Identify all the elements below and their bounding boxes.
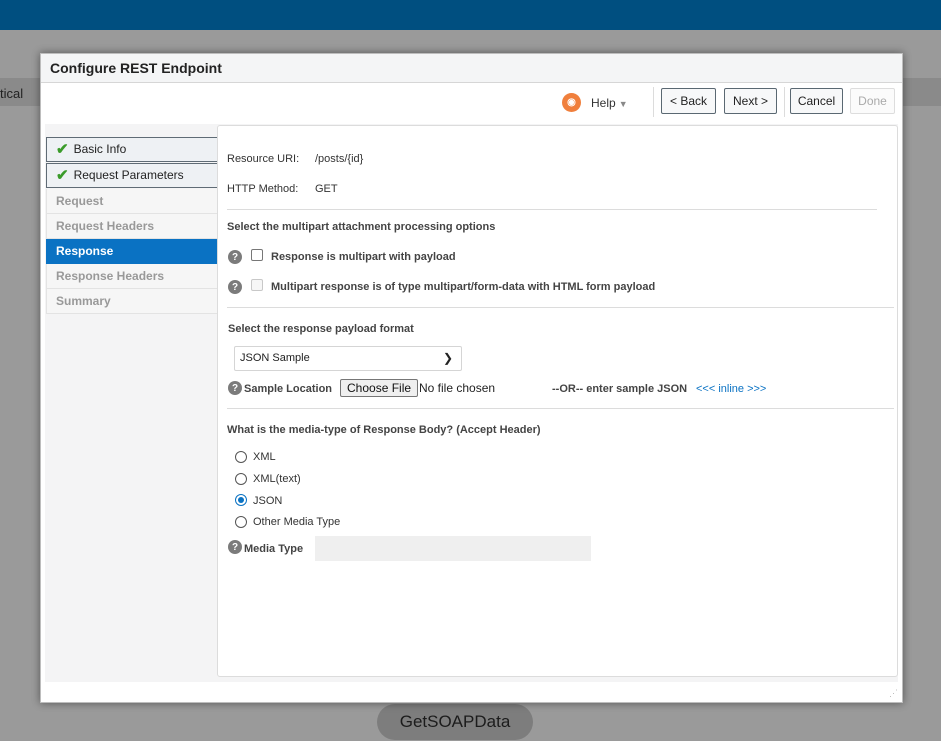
media-type-heading: What is the media-type of Response Body?… bbox=[227, 424, 541, 436]
nav-item-summary: Summary bbox=[46, 289, 218, 314]
help-menu-button[interactable]: Help ▼ bbox=[591, 96, 628, 110]
http-method-label: HTTP Method: bbox=[227, 183, 299, 195]
background-node-getsoapdata[interactable]: GetSOAPData bbox=[377, 704, 533, 740]
app-top-bar bbox=[0, 0, 941, 30]
inline-sample-link[interactable]: <<< inline >>> bbox=[696, 383, 766, 395]
help-label: Help bbox=[591, 95, 616, 110]
done-button[interactable]: Done bbox=[850, 88, 895, 114]
resource-uri-value: /posts/{id} bbox=[315, 153, 364, 165]
caret-down-icon: ▼ bbox=[618, 98, 628, 109]
help-icon[interactable]: ? bbox=[228, 381, 242, 395]
radio-other-media-type-label: Other Media Type bbox=[253, 516, 341, 528]
toolbar-separator bbox=[653, 87, 654, 117]
nav-item-basic-info[interactable]: ✔ Basic Info bbox=[46, 137, 218, 162]
check-icon: ✔ bbox=[56, 141, 69, 158]
payload-format-select[interactable]: JSON Sample ❯ bbox=[234, 346, 462, 371]
help-icon[interactable]: ? bbox=[228, 250, 242, 264]
oracle-orb-icon: ◉ bbox=[562, 93, 581, 112]
http-method-value: GET bbox=[315, 183, 338, 195]
help-area: ◉ Help ▼ bbox=[562, 93, 628, 112]
sample-location-label: Sample Location bbox=[244, 383, 333, 395]
radio-xml-label: XML bbox=[253, 451, 276, 463]
configure-rest-endpoint-dialog: Configure REST Endpoint ◉ Help ▼ < Back N… bbox=[40, 53, 903, 703]
multipart-formdata-checkbox[interactable] bbox=[251, 279, 263, 291]
nav-item-request-headers: Request Headers bbox=[46, 214, 218, 239]
nav-item-response[interactable]: Response bbox=[46, 239, 218, 264]
help-icon[interactable]: ? bbox=[228, 540, 242, 554]
cancel-button[interactable]: Cancel bbox=[790, 88, 843, 114]
dialog-toolbar: ◉ Help ▼ < Back Next > Cancel Done bbox=[41, 83, 902, 123]
radio-json-label: JSON bbox=[253, 495, 283, 507]
payload-format-selected: JSON Sample bbox=[240, 352, 310, 364]
chevron-down-icon: ❯ bbox=[442, 351, 453, 365]
radio-json[interactable] bbox=[235, 494, 247, 506]
response-content-panel: Resource URI: /posts/{id} HTTP Method: G… bbox=[217, 125, 898, 677]
wizard-nav: ✔ Basic Info ✔ Request Parameters Request … bbox=[46, 137, 218, 314]
next-button[interactable]: Next > bbox=[724, 88, 777, 114]
wizard-body: ✔ Basic Info ✔ Request Parameters Request … bbox=[45, 124, 898, 682]
multipart-heading: Select the multipart attachment processi… bbox=[227, 221, 496, 233]
media-type-label: Media Type bbox=[244, 543, 304, 555]
multipart-payload-checkbox[interactable] bbox=[251, 249, 263, 261]
multipart-payload-label: Response is multipart with payload bbox=[271, 251, 456, 263]
nav-item-label: Basic Info bbox=[73, 142, 127, 156]
media-type-input[interactable] bbox=[315, 536, 591, 561]
resize-grip-icon[interactable]: ⋰ bbox=[889, 688, 898, 699]
radio-xml-text[interactable] bbox=[235, 473, 247, 485]
nav-item-request: Request bbox=[46, 189, 218, 214]
radio-xml-text-label: XML(text) bbox=[253, 473, 301, 485]
divider bbox=[227, 408, 894, 409]
radio-xml[interactable] bbox=[235, 451, 247, 463]
help-icon[interactable]: ? bbox=[228, 280, 242, 294]
nav-item-response-headers: Response Headers bbox=[46, 264, 218, 289]
back-button[interactable]: < Back bbox=[661, 88, 716, 114]
radio-other-media-type[interactable] bbox=[235, 516, 247, 528]
nav-item-label: Request Parameters bbox=[73, 168, 184, 182]
payload-format-heading: Select the response payload format bbox=[228, 323, 414, 335]
dialog-title: Configure REST Endpoint bbox=[41, 54, 902, 83]
check-icon: ✔ bbox=[56, 167, 69, 184]
divider bbox=[227, 209, 877, 210]
divider bbox=[227, 307, 894, 308]
no-file-chosen-label: No file chosen bbox=[419, 381, 496, 395]
toolbar-separator bbox=[784, 87, 785, 117]
multipart-formdata-label: Multipart response is of type multipart/… bbox=[271, 281, 656, 293]
background-label: tical bbox=[0, 86, 24, 101]
resource-uri-label: Resource URI: bbox=[227, 153, 300, 165]
choose-file-button[interactable]: Choose File bbox=[340, 379, 419, 397]
or-sample-json-label: --OR-- enter sample JSON bbox=[552, 383, 688, 395]
nav-item-request-parameters[interactable]: ✔ Request Parameters bbox=[46, 163, 218, 188]
